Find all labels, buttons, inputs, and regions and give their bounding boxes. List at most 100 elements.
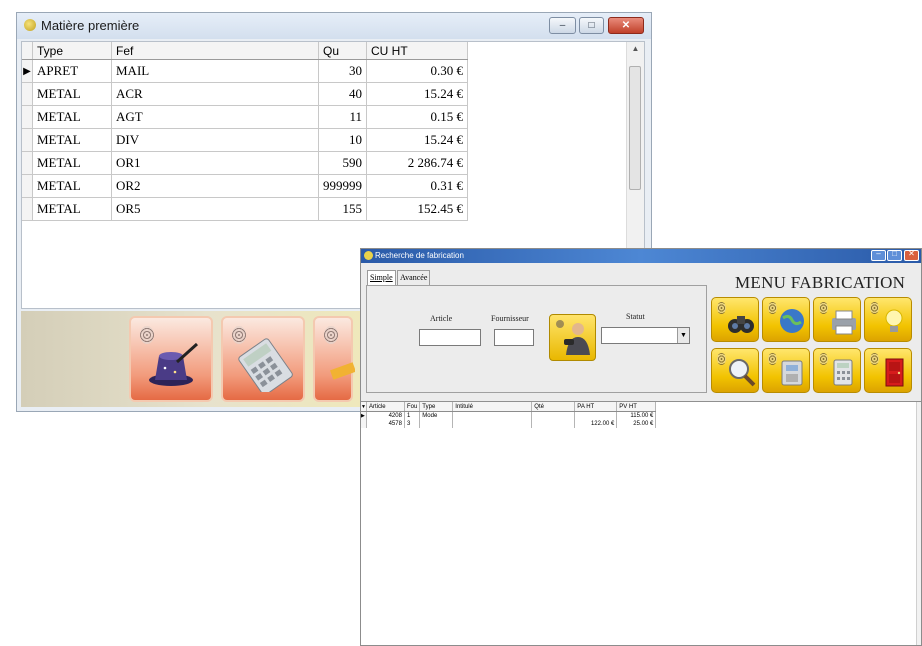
cell-intitule[interactable]	[452, 420, 533, 428]
cell-qte[interactable]	[531, 411, 576, 420]
magic-hat-icon	[149, 342, 199, 386]
cell-pa-ht[interactable]: 122.00 €	[574, 420, 618, 428]
cell-pv-ht[interactable]: 25.00 €	[616, 420, 657, 428]
table-row[interactable]: METAL OR1 590 2 286.74 €	[22, 151, 468, 175]
cell-qty[interactable]: 155	[318, 197, 367, 221]
col-ref[interactable]: Fef	[111, 42, 319, 60]
calculator-button[interactable]	[813, 348, 861, 393]
cell-cu-ht[interactable]: 15.24 €	[366, 82, 468, 106]
col-intitule[interactable]: Intitulé	[452, 402, 533, 412]
close-button[interactable]: ✕	[608, 17, 644, 34]
cell-ref[interactable]: OR5	[111, 197, 319, 221]
cell-intitule[interactable]	[452, 411, 533, 420]
cell-type[interactable]: METAL	[32, 174, 112, 198]
fabrication-table[interactable]: ▼ Article Fou Type Intitulé Qté PA HT PV…	[361, 401, 921, 645]
cell-qty[interactable]: 10	[318, 128, 367, 152]
cell-qty[interactable]: 40	[318, 82, 367, 106]
cell-cu-ht[interactable]: 15.24 €	[366, 128, 468, 152]
search-panel: Simple Avancée Article Fournisseur Statu…	[361, 263, 921, 401]
minimize-icon: –	[559, 20, 566, 31]
calculator-icon	[833, 359, 853, 386]
table-row[interactable]: METAL OR5 155 152.45 €	[22, 197, 468, 221]
col-type[interactable]: Type	[32, 42, 112, 60]
calculator-button[interactable]	[221, 316, 305, 402]
minimize-button[interactable]: –	[871, 249, 886, 261]
supplier-search-button[interactable]	[549, 314, 596, 361]
table-row[interactable]: METAL AGT 11 0.15 €	[22, 105, 468, 129]
table-row[interactable]: METAL OR2 999999 0.31 €	[22, 174, 468, 198]
title-bar[interactable]: Recherche de fabrication – □ ✕	[361, 249, 921, 263]
app-icon	[364, 251, 373, 260]
fournisseur-input[interactable]	[494, 329, 534, 346]
binoculars-icon	[728, 316, 754, 333]
close-button[interactable]: ✕	[904, 249, 919, 261]
col-article[interactable]: Article	[366, 402, 405, 412]
pencil-icon	[330, 362, 355, 380]
cell-qte[interactable]	[531, 420, 576, 428]
cell-qty[interactable]: 11	[318, 105, 367, 129]
table-row[interactable]: ▶ APRET MAIL 30 0.30 €	[22, 59, 468, 83]
cell-ref[interactable]: AGT	[111, 105, 319, 129]
col-qte[interactable]: Qté	[531, 402, 576, 412]
vertical-scrollbar[interactable]	[916, 402, 921, 645]
cell-ref[interactable]: OR1	[111, 151, 319, 175]
col-qty[interactable]: Qu	[318, 42, 367, 60]
cell-fou[interactable]: 3	[404, 420, 421, 428]
search-binoculars-button[interactable]	[711, 297, 759, 342]
statut-select[interactable]: ▼	[601, 327, 690, 344]
article-input[interactable]	[419, 329, 481, 346]
col-pa-ht[interactable]: PA HT	[574, 402, 618, 412]
cell-cu-ht[interactable]: 152.45 €	[366, 197, 468, 221]
title-bar[interactable]: Matière première – □ ✕	[17, 13, 651, 39]
chevron-down-icon[interactable]: ▼	[677, 328, 689, 343]
cell-type[interactable]: METAL	[32, 82, 112, 106]
minimize-button[interactable]: –	[549, 17, 576, 34]
table-row[interactable]: 4578 3 122.00 €25.00 €	[361, 420, 657, 428]
cell-pv-ht[interactable]: 115.00 €	[616, 411, 657, 420]
tab-simple[interactable]: Simple	[367, 270, 396, 285]
maximize-button[interactable]: □	[887, 249, 902, 261]
cell-type[interactable]: METAL	[32, 105, 112, 129]
cell-type[interactable]: METAL	[32, 128, 112, 152]
col-fou[interactable]: Fou	[404, 402, 421, 412]
table-row[interactable]: METAL ACR 40 15.24 €	[22, 82, 468, 106]
cell-type[interactable]	[419, 420, 454, 428]
machine-button[interactable]	[762, 348, 810, 393]
cell-qty[interactable]: 999999	[318, 174, 367, 198]
scroll-up-icon[interactable]: ▲	[627, 44, 644, 53]
idea-button[interactable]	[864, 297, 912, 342]
cell-type[interactable]: METAL	[32, 151, 112, 175]
cell-pa-ht[interactable]	[574, 411, 618, 420]
cell-qty[interactable]: 590	[318, 151, 367, 175]
print-button[interactable]	[813, 297, 861, 342]
col-cu-ht[interactable]: CU HT	[366, 42, 468, 60]
maximize-button[interactable]: □	[579, 17, 604, 34]
cell-cu-ht[interactable]: 0.31 €	[366, 174, 468, 198]
cell-cu-ht[interactable]: 0.30 €	[366, 59, 468, 83]
cell-ref[interactable]: DIV	[111, 128, 319, 152]
pencil-button[interactable]	[313, 316, 355, 402]
cell-article[interactable]: 4208	[366, 411, 405, 420]
table-row[interactable]: ▶ 4208 1 Mode 115.00 €	[361, 411, 657, 420]
cell-cu-ht[interactable]: 2 286.74 €	[366, 151, 468, 175]
magic-hat-button[interactable]	[129, 316, 213, 402]
cell-type[interactable]: Mode	[419, 411, 454, 420]
scroll-thumb[interactable]	[629, 66, 641, 190]
cell-ref[interactable]: OR2	[111, 174, 319, 198]
col-pv-ht[interactable]: PV HT	[616, 402, 657, 412]
cell-cu-ht[interactable]: 0.15 €	[366, 105, 468, 129]
tab-avancee[interactable]: Avancée	[397, 270, 431, 285]
col-type[interactable]: Type	[419, 402, 454, 412]
exit-button[interactable]	[864, 348, 912, 393]
cell-qty[interactable]: 30	[318, 59, 367, 83]
statut-label: Statut	[626, 312, 645, 321]
magnifier-button[interactable]	[711, 348, 759, 393]
cell-type[interactable]: METAL	[32, 197, 112, 221]
cell-type[interactable]: APRET	[32, 59, 112, 83]
cell-article[interactable]: 4578	[366, 420, 405, 428]
cell-fou[interactable]: 1	[404, 411, 421, 420]
table-row[interactable]: METAL DIV 10 15.24 €	[22, 128, 468, 152]
cell-ref[interactable]: MAIL	[111, 59, 319, 83]
cell-ref[interactable]: ACR	[111, 82, 319, 106]
globe-button[interactable]	[762, 297, 810, 342]
